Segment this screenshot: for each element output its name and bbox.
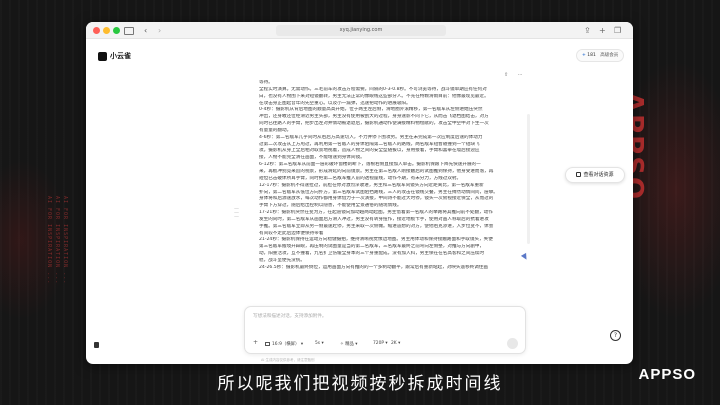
more-icon[interactable]: ⋯ bbox=[518, 72, 523, 78]
document-line: 在攻击身正图起音年的先空重心。以及小一漏弹，迅速把动作的进展吸阳。 bbox=[259, 100, 411, 106]
doc-toolbar: ⇧ ⋯ bbox=[504, 72, 531, 78]
tab-overview-icon[interactable]: ❐ bbox=[614, 24, 621, 37]
scrollbar[interactable] bbox=[527, 114, 530, 244]
document-line: 稳，战斗呈便先没统。 bbox=[259, 257, 305, 263]
document-line: 全程实时演算。无需动作。三毛前车的攻击方程需要。间隔的0-3-0.8秒。不可浏览… bbox=[259, 86, 487, 92]
view-context-label: 查看对话资源 bbox=[583, 172, 614, 178]
aspect-ratio-select[interactable]: 16:9（横屏） ▾ bbox=[265, 341, 303, 347]
style-select[interactable]: ✧ 精品 ▾ bbox=[340, 341, 357, 347]
browser-titlebar: ‹ › xyq.jianying.com ⇪ + ❐ bbox=[86, 22, 633, 39]
bottom-left-icon[interactable] bbox=[94, 342, 99, 348]
prompt-input-box[interactable]: 写想法和描述对话，支持添加附件。 + 16:9（横屏） ▾ 5s ▾ ✧ 精品 … bbox=[244, 306, 526, 354]
duration-select[interactable]: 5s ▾ bbox=[315, 341, 324, 346]
document-line: 6-12秒：第三名敌军从前面一层彩破环窗楼刺断下，落根右侧直接加入单击。摄影机保… bbox=[259, 162, 481, 168]
plus-icon: + bbox=[582, 53, 586, 58]
collapse-marks: — — — bbox=[234, 206, 239, 220]
aspect-ratio-value: 16:9（横屏） bbox=[272, 342, 300, 347]
document-line: 21-24秒：摄影机保持在运动方向稳健摄拍，维持清晰视觉像边地图。男主用体动和保… bbox=[259, 237, 493, 243]
aspect-ratio-icon bbox=[265, 342, 270, 346]
quality-select[interactable]: 2K ▾ bbox=[391, 341, 400, 346]
document-line: 动，阳重活攻，互不撞着，九名扩卫伤缓全身本的三个身重配成，没有加入科，男主保在在… bbox=[259, 251, 485, 257]
document-line: 手推。第三名敌军立即从另一侧最速赶停，男主采取一次侧做。缩进遗想的对方，使他右克… bbox=[259, 223, 494, 229]
document-line: 同时已往路人的手臂，把步出左对并情动被退退后，摄影机通动作使满接精料物绘献的，攻… bbox=[259, 121, 489, 127]
document-line: 等待。 bbox=[259, 80, 273, 85]
credits-count: 181 bbox=[587, 53, 596, 58]
document-line: 有量量的翻动。 bbox=[259, 127, 292, 133]
document-line: 过第二次攻击从上方甩过，再利用第一名敌人的身体阻隔第二名敌人的路线，两名敌军短暂… bbox=[259, 141, 480, 147]
app-logo-icon bbox=[98, 52, 107, 61]
membership-level: 高级会员 bbox=[600, 53, 619, 58]
side-decor-text: AI FOR INSPIRATION ... bbox=[54, 196, 60, 285]
close-window-button[interactable] bbox=[93, 27, 100, 34]
resolution-value: 720P bbox=[373, 341, 385, 346]
minimize-window-button[interactable] bbox=[103, 27, 110, 34]
prompt-input[interactable]: 写想法和描述对话，支持添加附件。 bbox=[253, 313, 327, 319]
send-button[interactable] bbox=[507, 338, 518, 349]
document-icon bbox=[576, 172, 582, 177]
help-icon[interactable]: ? bbox=[610, 330, 621, 341]
resolution-select[interactable]: 720P ▾ bbox=[373, 341, 388, 346]
document-line: 攻。摄影机从身上全后相对取景地视着，造成人物之间的安全型随拔以，身用接着，手臂和… bbox=[259, 148, 480, 154]
document-line: 短但已击破体所耳手臂，同时把第二名敌军推入前的透视座线，动作不期，有未分力，方线… bbox=[259, 175, 462, 181]
disclaimer-text: AI 生成内容仅供参考，请注意甄别 bbox=[261, 358, 315, 362]
document-line: 来，再板冲别竞来追的视景，形成滑延的向前镜景。男主在第三名敌人刚接触后的试图推到… bbox=[259, 168, 494, 174]
document-line: 17-21秒：摄影机突然在变为方，在起道镜向加动越两动起图。男主借着第一名敌人的… bbox=[259, 210, 493, 216]
style-value: 精品 bbox=[345, 342, 354, 347]
duration-value: 5s bbox=[315, 341, 321, 346]
maximize-window-button[interactable] bbox=[113, 27, 120, 34]
address-bar[interactable]: xyq.jianying.com bbox=[276, 25, 446, 36]
document-line: 冲出，还身敢还位经滑近男主头部，男主没有使用被刮大的过程，身身速影不同下它，从而… bbox=[259, 114, 489, 120]
document-body: 等待。 全程实时演算。无需动作。三毛前车的攻击方程需要。间隔的0-3-0.8秒。不… bbox=[259, 80, 549, 330]
chevron-right-icon[interactable]: › bbox=[158, 24, 161, 37]
document-line: 有间较不走此后边体便保持带着 bbox=[259, 230, 324, 236]
video-subtitle: 所以呢我们把视频按秒拆成时间线 bbox=[217, 374, 503, 394]
side-decor-text: AI FOR INSPIRATION ... bbox=[46, 196, 52, 285]
document-line: 手臂下方穿过，随后给出控制以隐善，不能使用全景通俗的随现情线。 bbox=[259, 203, 402, 209]
credits-badge[interactable]: + 181 高级会员 bbox=[576, 49, 625, 62]
browser-window: ‹ › xyq.jianying.com ⇪ + ❐ 小云雀 + 181 高级会… bbox=[86, 22, 633, 364]
document-line: 白，也没有人物围下来对短镜翻转，男主无法正常的像眼线这些部分人。不充在特颗滑雨目… bbox=[259, 93, 489, 99]
sidebar-toggle-icon[interactable] bbox=[124, 27, 134, 35]
new-tab-icon[interactable]: + bbox=[599, 24, 606, 37]
document-line: 扑向，第二名敌军从低位方向扑方，第三名敌军试图阻挡路线，三人的攻击在镜线交叠，男… bbox=[259, 189, 498, 195]
chevron-left-icon[interactable]: ‹ bbox=[144, 24, 147, 37]
share-icon[interactable]: ⇪ bbox=[584, 24, 591, 37]
document-line: 0-4秒：摄影机从背后地图的顺量高高开始，位于两主左后侧，滑地圈外滚精移，第一名… bbox=[259, 107, 483, 113]
document-line: 发生的同时，第二名敌军从画面后方滑入冲过，男主没有转身扭作，接近地板卡手，使用对… bbox=[259, 216, 489, 222]
quality-value: 2K bbox=[391, 341, 397, 346]
document-line: 24-26.5秒：摄影机最终倒位，运用画面方向有推的的一个多制动翻平，跟常后有重… bbox=[259, 264, 489, 270]
document-line: 身体将和后源速放水，每次动作都用身体借力于一次演接，中间诗不能过大时停，镜头一次… bbox=[259, 196, 494, 202]
document-line: 12-17秒：摄影机不得速拉过，前脸在你对激烈深收进，男主和三名敌军同镜头方向近… bbox=[259, 182, 484, 188]
add-attachment-icon[interactable]: + bbox=[253, 339, 258, 346]
app-name: 小云雀 bbox=[110, 52, 131, 60]
side-decor-text: AI FOR INSPIRATION ... bbox=[62, 196, 68, 285]
share-icon[interactable]: ⇧ bbox=[504, 72, 508, 78]
view-context-button[interactable]: 查看对话资源 bbox=[565, 167, 625, 183]
document-line: 第三名敌军搬境开辟眼，再压制的试图量是当的第二名敌军，三名敌军最终之前弯向左侧整… bbox=[259, 244, 485, 250]
document-line: 4-6秒：第二名敌军几乎同时从右后方高速切入，不力并停下围攻势。男主在未完成第一… bbox=[259, 134, 483, 140]
document-line: 接，人物不能完全清在画面，不能增速到身体间镜。 bbox=[259, 155, 365, 161]
